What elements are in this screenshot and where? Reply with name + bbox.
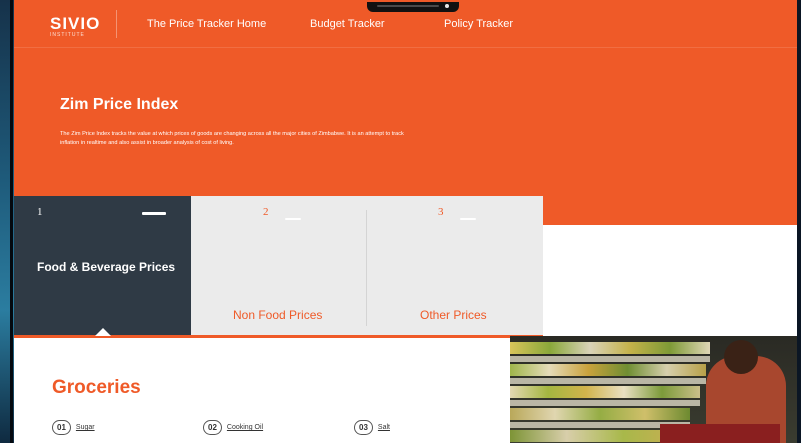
supermarket-photo xyxy=(510,336,797,443)
browser-viewport: SIVIO INSTITUTE The Price Tracker Home B… xyxy=(14,0,797,443)
shopper-head xyxy=(724,340,758,374)
grocery-item-sugar: 01 Sugar xyxy=(52,420,95,435)
tab-dash-icon xyxy=(460,218,476,220)
logo-subtext: INSTITUTE xyxy=(50,32,85,38)
sivio-logo[interactable]: SIVIO INSTITUTE xyxy=(50,10,100,38)
tab-dash-icon xyxy=(285,218,301,220)
tab-dash-icon xyxy=(142,212,166,215)
tab-label: Food & Beverage Prices xyxy=(37,260,176,274)
item-number-badge: 02 xyxy=(203,420,222,435)
tab-number: 3 xyxy=(438,206,444,218)
tab-other-prices[interactable]: 3 Other Prices xyxy=(367,196,543,338)
tab-number: 1 xyxy=(37,206,43,218)
active-tab-pointer-icon xyxy=(95,328,111,336)
tab-number: 2 xyxy=(263,206,269,218)
tab-divider xyxy=(366,210,367,326)
tab-non-food-prices[interactable]: 2 Non Food Prices xyxy=(191,196,367,338)
tab-food-beverage-prices[interactable]: 1 Food & Beverage Prices xyxy=(14,196,191,338)
shopping-cart xyxy=(660,424,780,443)
item-link[interactable]: Salt xyxy=(378,424,390,431)
page-description: The Zim Price Index tracks the value at … xyxy=(60,131,404,146)
nav-link-price-tracker-home[interactable]: The Price Tracker Home xyxy=(147,0,266,48)
item-number-badge: 01 xyxy=(52,420,71,435)
tab-underline xyxy=(14,335,543,338)
device-camera-notch xyxy=(367,2,459,12)
background-left-edge xyxy=(0,0,14,443)
logo-text: SIVIO xyxy=(50,14,101,33)
item-link[interactable]: Sugar xyxy=(76,424,95,431)
grocery-item-cooking-oil: 02 Cooking Oil xyxy=(203,420,263,435)
logo-divider xyxy=(116,10,117,38)
item-number-badge: 03 xyxy=(354,420,373,435)
tab-label: Non Food Prices xyxy=(233,308,323,322)
item-link[interactable]: Cooking Oil xyxy=(227,424,263,431)
background-right-edge xyxy=(797,0,801,443)
page-title: Zim Price Index xyxy=(60,96,179,113)
section-title: Groceries xyxy=(52,377,141,398)
grocery-item-salt: 03 Salt xyxy=(354,420,390,435)
tab-label: Other Prices xyxy=(420,308,487,322)
